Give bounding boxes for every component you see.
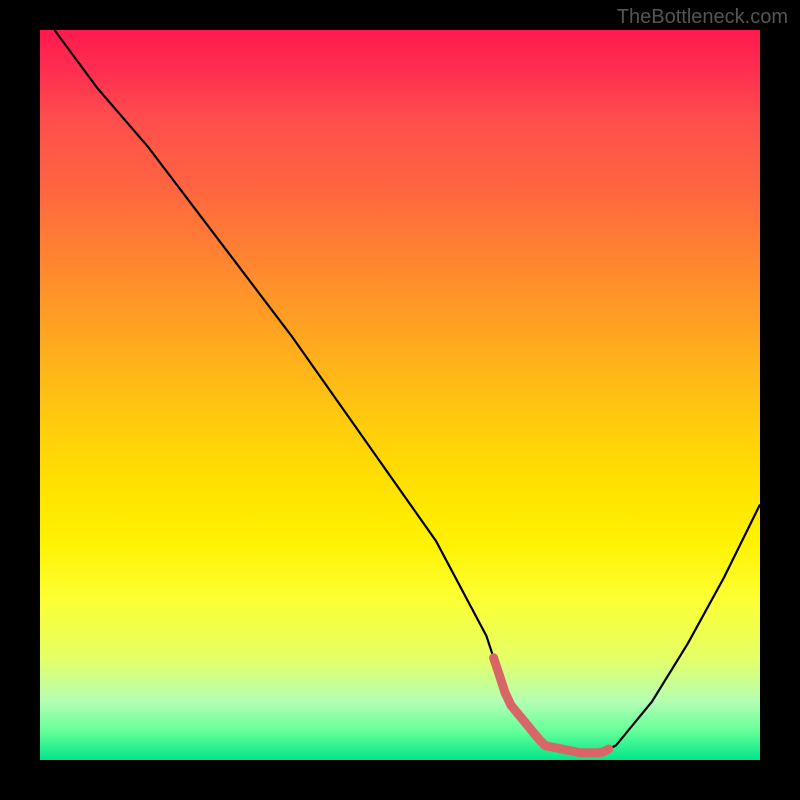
plot-area bbox=[40, 30, 760, 760]
bottleneck-curve bbox=[40, 30, 760, 760]
watermark-text: TheBottleneck.com bbox=[617, 6, 788, 29]
